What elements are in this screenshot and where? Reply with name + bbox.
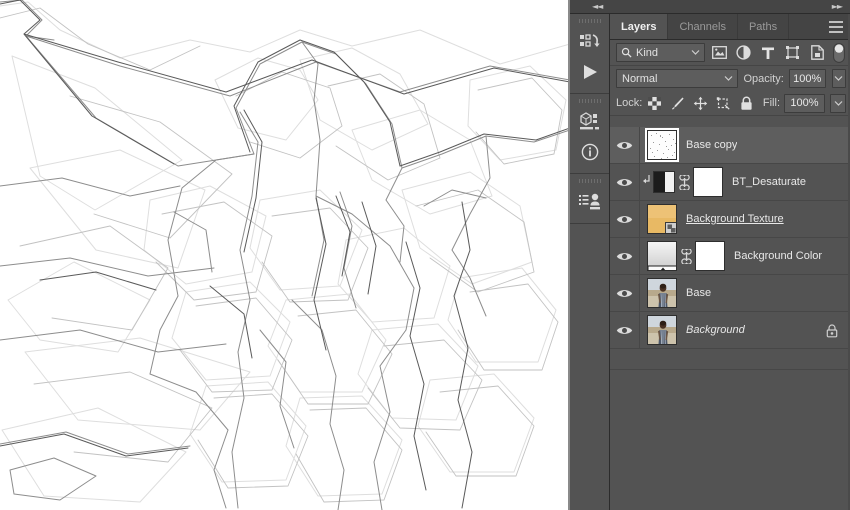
clipping-mask-arrow-icon xyxy=(640,173,653,191)
opacity-stepper-chevron-down-icon[interactable] xyxy=(831,69,846,88)
panel-tab-bar: Layers Channels Paths xyxy=(610,14,850,40)
tab-paths[interactable]: Paths xyxy=(738,14,790,39)
lock-label: Lock: xyxy=(616,97,643,109)
canvas-artwork xyxy=(0,0,570,510)
fill-input[interactable]: 100% xyxy=(784,93,825,113)
filter-adjustment-layers-icon[interactable] xyxy=(733,42,755,63)
lock-position-icon[interactable] xyxy=(690,93,711,113)
info-icon[interactable] xyxy=(570,137,609,167)
layer-name: BT_Desaturate xyxy=(732,176,806,188)
layer-name: Background Color xyxy=(734,250,823,262)
tab-layers[interactable]: Layers xyxy=(610,14,669,39)
layer-thumbnail-noise[interactable] xyxy=(645,128,679,162)
eye-visibility-icon[interactable] xyxy=(610,274,640,312)
layer-thumbnail-cell[interactable] xyxy=(640,128,679,162)
layer-thumbnail-photo[interactable] xyxy=(647,278,677,308)
history-actions-icon[interactable] xyxy=(570,27,609,57)
rail-group-3d-info xyxy=(570,94,609,174)
chevron-down-icon xyxy=(725,76,733,81)
filter-kind-label: Kind xyxy=(636,46,659,59)
link-chain-icon[interactable] xyxy=(677,174,691,190)
photoshop-window: ◄◄ ►► Layers Channels Paths Kind Normal … xyxy=(0,0,850,510)
layers-panel: Layers Channels Paths Kind Normal Opacit… xyxy=(610,14,850,510)
layer-name: Background xyxy=(686,324,745,336)
layer-thumbnail-cell[interactable] xyxy=(640,315,677,345)
layer-thumbnail-texture[interactable] xyxy=(647,204,677,234)
eye-visibility-icon[interactable] xyxy=(610,311,640,349)
search-icon xyxy=(621,47,632,58)
opacity-input[interactable]: 100% xyxy=(788,69,826,88)
padlock-icon xyxy=(826,324,838,343)
blend-mode-value: Normal xyxy=(622,72,658,85)
lock-row: Lock: Fill: 100% xyxy=(610,91,850,116)
smart-object-badge-icon xyxy=(665,222,676,233)
fill-group: Fill: 100% xyxy=(762,93,846,113)
fill-label: Fill: xyxy=(762,97,780,109)
blend-mode-select[interactable]: Normal xyxy=(616,69,739,88)
lock-all-icon[interactable] xyxy=(736,93,757,113)
layer-name: Background Texture xyxy=(686,213,784,225)
layer-thumbnail-cell[interactable] xyxy=(640,278,677,308)
link-chain-icon[interactable] xyxy=(679,248,693,264)
filter-enable-toggle[interactable] xyxy=(833,42,846,63)
eye-visibility-icon[interactable] xyxy=(610,200,640,238)
filter-smart-objects-icon[interactable] xyxy=(806,42,828,63)
clone-source-icon[interactable] xyxy=(570,187,609,217)
filter-pixel-layers-icon[interactable] xyxy=(708,42,730,63)
layer-panel-empty-area xyxy=(610,369,850,510)
filter-kind-select[interactable]: Kind xyxy=(616,43,706,62)
eye-visibility-icon[interactable] xyxy=(610,237,640,275)
layer-row-bt-desaturate[interactable]: BT_Desaturate xyxy=(610,163,850,201)
lock-artboard-nesting-icon[interactable] xyxy=(713,93,734,113)
filter-shape-layers-icon[interactable] xyxy=(782,42,804,63)
tab-channels[interactable]: Channels xyxy=(668,14,738,39)
chevron-double-right-icon[interactable]: ►► xyxy=(832,2,843,12)
rail-group-actions xyxy=(570,14,609,94)
3d-icon[interactable] xyxy=(570,107,609,137)
layer-row-background-texture[interactable]: Background Texture xyxy=(610,200,850,238)
layer-mask-thumbnail[interactable] xyxy=(695,241,725,271)
document-canvas[interactable] xyxy=(0,0,570,510)
rail-grip[interactable] xyxy=(578,19,601,23)
layer-filter-row: Kind xyxy=(610,40,850,66)
layer-name: Base copy xyxy=(686,139,738,151)
collapsed-panel-rail xyxy=(570,14,610,510)
layer-row-background-color[interactable]: Background Color xyxy=(610,237,850,275)
layer-thumbnail-gradient[interactable] xyxy=(647,241,677,271)
layer-mask-thumbnail[interactable] xyxy=(693,167,723,197)
layer-row-background[interactable]: Background xyxy=(610,311,850,349)
blend-mode-row: Normal Opacity: 100% xyxy=(610,66,850,91)
chevron-double-left-icon[interactable]: ◄◄ xyxy=(592,2,603,12)
layer-row-base[interactable]: Base xyxy=(610,274,850,312)
layer-thumbnail-cell[interactable] xyxy=(640,204,677,234)
chevron-down-icon xyxy=(692,50,700,55)
opacity-label: Opacity: xyxy=(743,72,784,85)
rail-grip[interactable] xyxy=(578,179,601,183)
play-icon[interactable] xyxy=(570,57,609,87)
hamburger-menu-icon[interactable] xyxy=(829,21,843,33)
layer-thumbnail-adjustment[interactable] xyxy=(653,171,675,193)
dock-collapse-bar[interactable]: ◄◄ ►► xyxy=(570,0,850,14)
fill-stepper-chevron-down-icon[interactable] xyxy=(830,93,846,113)
rail-group-clone xyxy=(570,174,609,224)
layer-list: Base copy BT_Desaturate Background Textu… xyxy=(610,126,850,369)
layer-name: Base xyxy=(686,287,712,299)
filter-type-layers-icon[interactable] xyxy=(757,42,779,63)
layer-thumbnail-cell[interactable] xyxy=(640,241,677,271)
lock-image-pixels-icon[interactable] xyxy=(667,93,688,113)
layer-row-base-copy[interactable]: Base copy xyxy=(610,126,850,164)
right-dock: ◄◄ ►► Layers Channels Paths Kind Normal … xyxy=(570,0,850,510)
rail-grip[interactable] xyxy=(578,99,601,103)
layer-thumbnail-photo[interactable] xyxy=(647,315,677,345)
lock-transparent-pixels-icon[interactable] xyxy=(644,93,665,113)
eye-visibility-icon[interactable] xyxy=(610,163,640,201)
eye-visibility-icon[interactable] xyxy=(610,126,640,164)
layer-thumbnail-cell[interactable] xyxy=(653,171,675,193)
